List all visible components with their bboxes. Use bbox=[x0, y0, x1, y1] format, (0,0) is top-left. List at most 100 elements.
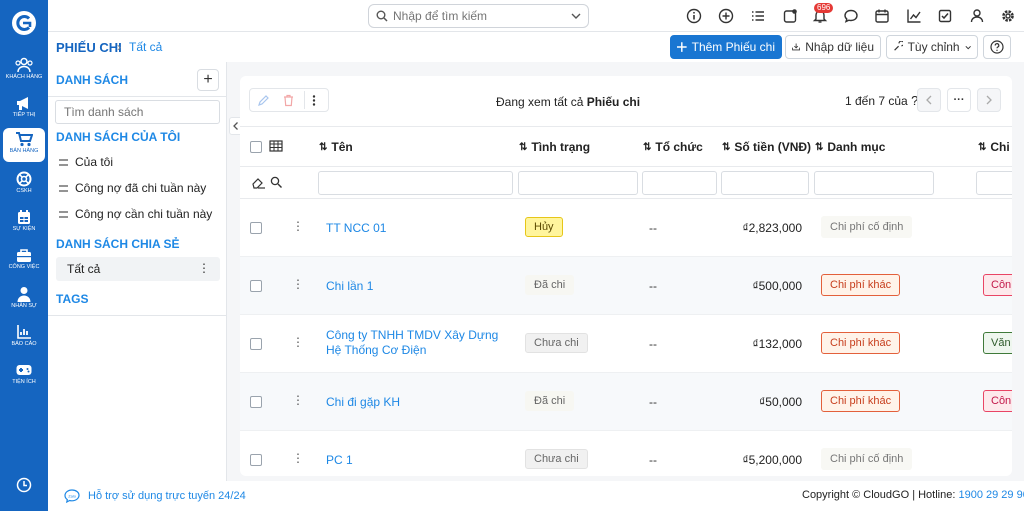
add-circle-icon[interactable] bbox=[718, 8, 734, 24]
record-name-link[interactable]: PC 1 bbox=[326, 453, 506, 468]
row-menu-icon[interactable]: ⋮ bbox=[292, 335, 304, 349]
filter-input-so-tien[interactable] bbox=[721, 171, 809, 195]
chevron-down-icon[interactable] bbox=[571, 13, 581, 19]
table-row[interactable]: ⋮ PC 1 Chưa chi -- ₫5,200,000 Chi phí cố… bbox=[240, 431, 1012, 476]
briefcase-icon bbox=[17, 249, 31, 262]
row-menu-icon[interactable]: ⋮ bbox=[292, 219, 304, 233]
sort-icon: ⇅ bbox=[519, 141, 528, 153]
sidebar-item-cong-no-can-chi[interactable]: Công nợ cần chi tuần này bbox=[56, 202, 220, 226]
my-lists-heading: DANH SÁCH CỦA TÔI bbox=[56, 130, 181, 144]
prev-page-button[interactable] bbox=[917, 88, 941, 112]
filter-input-tinh-trang[interactable] bbox=[518, 171, 638, 195]
table-row[interactable]: ⋮ TT NCC 01 Hủy -- ₫2,823,000 Chi phí cố… bbox=[240, 199, 1012, 257]
page-menu-button[interactable]: ··· bbox=[947, 88, 971, 112]
record-name-link[interactable]: Chi lần 1 bbox=[326, 279, 506, 294]
row-menu-icon[interactable]: ⋮ bbox=[292, 393, 304, 407]
record-name-link[interactable]: Chi đi gặp KH bbox=[326, 395, 506, 410]
organization-cell: -- bbox=[649, 279, 657, 293]
column-label: Tổ chức bbox=[655, 140, 703, 154]
column-header-to-chuc[interactable]: ⇅ Tổ chức bbox=[643, 140, 703, 154]
nav-cskh[interactable]: CSKH bbox=[3, 168, 45, 202]
more-vertical-icon[interactable] bbox=[312, 94, 316, 107]
nav-ban-hang[interactable]: BÁN HÀNG bbox=[3, 128, 45, 162]
amount-cell: ₫50,000 bbox=[759, 395, 802, 409]
column-header-ten[interactable]: ⇅ Tên bbox=[319, 140, 353, 154]
search-icon[interactable] bbox=[270, 176, 283, 189]
app-logo[interactable] bbox=[11, 10, 37, 36]
filter-input-danh-muc[interactable] bbox=[814, 171, 934, 195]
info-icon[interactable] bbox=[686, 8, 702, 24]
nav-label: KHÁCH HÀNG bbox=[5, 74, 43, 80]
table-row[interactable]: ⋮ Chi đi gặp KH Đã chi -- ₫50,000 Chi ph… bbox=[240, 373, 1012, 431]
refresh-task-icon[interactable] bbox=[782, 8, 798, 24]
nav-tiep-thi[interactable]: TIẾP THỊ bbox=[3, 92, 45, 126]
table-row[interactable]: ⋮ Chi lần 1 Đã chi -- ₫500,000 Chi phí k… bbox=[240, 257, 1012, 315]
filter-input-chi[interactable] bbox=[976, 171, 1012, 195]
wrench-icon bbox=[894, 41, 903, 51]
records-table: ⇅ Tên ⇅ Tình trạng ⇅ Tổ chức ⇅ Số tiền (VNĐ)… bbox=[240, 126, 1012, 476]
support-link[interactable]: Hỗ trợ sử dụng trực tuyến 24/24 bbox=[88, 490, 246, 502]
column-header-tinh-trang[interactable]: ⇅ Tình trạng bbox=[519, 140, 590, 154]
sidebar-item-cong-no-da-chi[interactable]: Công nợ đã chi tuần này bbox=[56, 176, 220, 200]
add-list-button[interactable]: + bbox=[197, 69, 219, 91]
sidebar-item-label: Của tôi bbox=[75, 155, 114, 169]
sidebar-item-cua-toi[interactable]: Của tôi bbox=[56, 150, 220, 174]
sidebar-item-label: Công nợ cần chi tuần này bbox=[75, 207, 213, 221]
filter-row bbox=[240, 167, 1012, 199]
calendar-icon[interactable] bbox=[874, 8, 890, 24]
select-all-checkbox[interactable] bbox=[250, 141, 262, 153]
pagination-range: 1 đến 7 của bbox=[845, 94, 908, 108]
history-clock-icon[interactable] bbox=[16, 477, 32, 493]
next-page-button[interactable] bbox=[977, 88, 1001, 112]
sidebar-item-tat-ca[interactable]: Tất cả ⋮ bbox=[56, 257, 220, 281]
row-checkbox[interactable] bbox=[250, 280, 262, 292]
utilities-icon bbox=[16, 365, 32, 375]
nav-khach-hang[interactable]: KHÁCH HÀNG bbox=[3, 54, 45, 88]
edit-icon[interactable] bbox=[257, 94, 270, 107]
nav-su-kien[interactable]: SỰ KIỆN bbox=[3, 206, 45, 240]
records-panel: Đang xem tất cả Phiếu chi 1 đến 7 của ? … bbox=[240, 76, 1012, 476]
search-input[interactable] bbox=[393, 8, 563, 24]
row-menu-icon[interactable]: ⋮ bbox=[292, 277, 304, 291]
user-profile-icon[interactable] bbox=[969, 8, 985, 24]
add-payment-button[interactable]: Thêm Phiếu chi bbox=[670, 35, 782, 59]
row-checkbox[interactable] bbox=[250, 222, 262, 234]
gear-icon[interactable] bbox=[1000, 8, 1016, 24]
customize-button[interactable]: Tùy chỉnh bbox=[886, 35, 978, 59]
calendar-icon bbox=[18, 210, 30, 224]
row-menu-icon[interactable]: ⋮ bbox=[292, 451, 304, 465]
breadcrumb-current[interactable]: Tất cả bbox=[129, 40, 162, 54]
global-search[interactable] bbox=[368, 4, 589, 28]
column-header-chi[interactable]: ⇅ Chi bbox=[978, 140, 1010, 154]
trash-icon[interactable] bbox=[282, 94, 295, 107]
row-checkbox[interactable] bbox=[250, 396, 262, 408]
column-header-so-tien[interactable]: ⇅ Số tiền (VNĐ) bbox=[722, 140, 811, 154]
column-header-danh-muc[interactable]: ⇅ Danh mục bbox=[815, 140, 885, 154]
zalo-chat-icon[interactable]: Zalo bbox=[64, 489, 80, 503]
chat-icon[interactable] bbox=[843, 8, 859, 24]
more-vertical-icon[interactable]: ⋮ bbox=[198, 261, 210, 275]
top-bar: 696 bbox=[48, 0, 1024, 32]
nav-nhan-su[interactable]: NHÂN SỰ bbox=[3, 283, 45, 317]
eraser-icon[interactable] bbox=[252, 176, 266, 189]
import-data-button[interactable]: Nhập dữ liệu bbox=[785, 35, 881, 59]
module-title[interactable]: PHIẾU CHI bbox=[56, 40, 122, 55]
filter-input-ten[interactable] bbox=[318, 171, 513, 195]
nav-cong-viec[interactable]: CÔNG VIỆC bbox=[3, 244, 45, 278]
record-name-link[interactable]: TT NCC 01 bbox=[326, 221, 506, 236]
task-check-icon[interactable] bbox=[937, 8, 953, 24]
nav-bao-cao[interactable]: BÁO CÁO bbox=[3, 321, 45, 355]
table-row[interactable]: ⋮ Công ty TNHH TMDV Xây Dựng Hệ Thống Cơ… bbox=[240, 315, 1012, 373]
column-settings-icon[interactable] bbox=[269, 140, 283, 152]
hotline-link[interactable]: 1900 29 29 90 bbox=[958, 489, 1024, 501]
nav-tien-ich[interactable]: TIỆN ÍCH bbox=[3, 359, 45, 393]
row-checkbox[interactable] bbox=[250, 454, 262, 466]
filter-input-to-chuc[interactable] bbox=[642, 171, 717, 195]
analytics-icon[interactable] bbox=[906, 8, 922, 24]
record-name-link[interactable]: Công ty TNHH TMDV Xây Dựng Hệ Thống Cơ Đ… bbox=[326, 328, 506, 358]
list-icon[interactable] bbox=[750, 8, 766, 24]
bulk-actions bbox=[249, 88, 329, 112]
list-search-input[interactable] bbox=[55, 100, 220, 124]
row-checkbox[interactable] bbox=[250, 338, 262, 350]
help-button[interactable] bbox=[983, 35, 1011, 59]
